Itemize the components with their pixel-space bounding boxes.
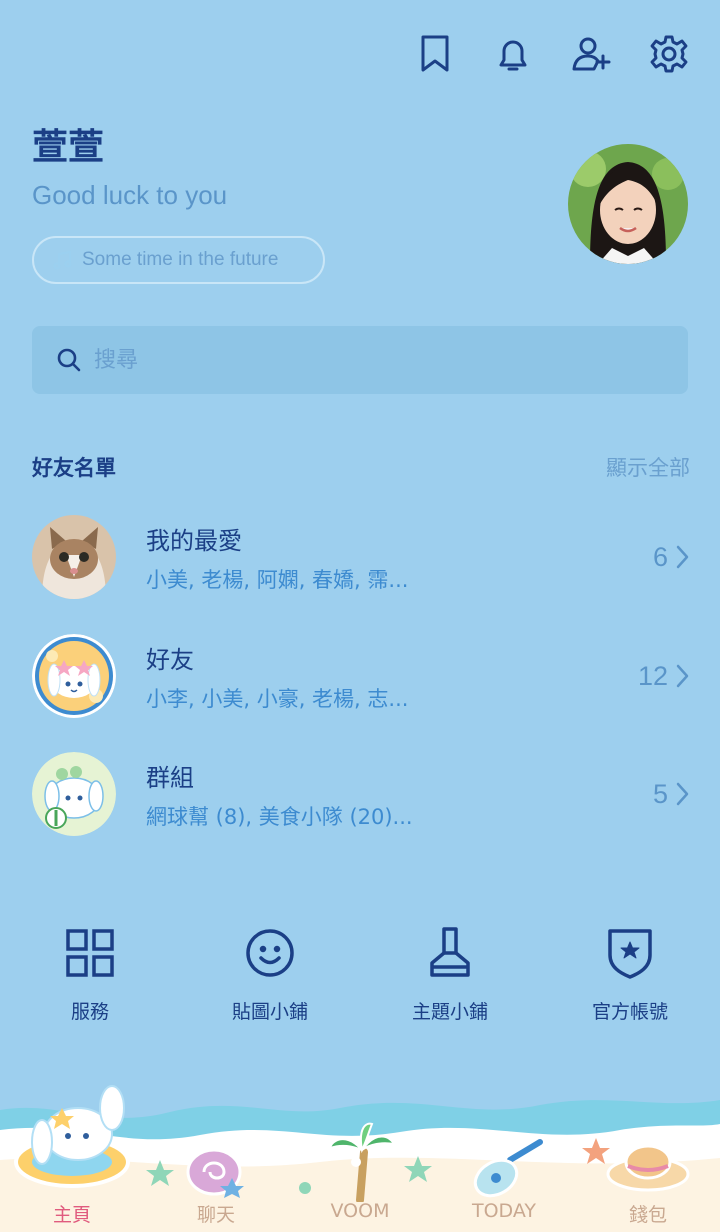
- list-item-count: 12: [638, 661, 690, 692]
- list-item-title: 我的最愛: [146, 526, 242, 555]
- list-item-title: 好友: [146, 645, 194, 674]
- list-item-title: 群組: [146, 763, 194, 792]
- list-item-favorites[interactable]: 我的最愛 小美, 老楊, 阿嫻, 春嬌, 霈... 6: [32, 512, 690, 602]
- music-note-icon: [53, 250, 72, 270]
- today-ukulele-icon: [473, 1139, 543, 1198]
- smiley-icon: [246, 929, 294, 977]
- count-value: 12: [637, 660, 668, 691]
- bottom-tab-bar: 主頁 聊天 VOOM TODAY 錢包: [0, 1200, 720, 1232]
- header-actions: [414, 30, 690, 78]
- tab-chats[interactable]: 聊天: [144, 1200, 288, 1232]
- bell-icon[interactable]: [492, 30, 534, 78]
- shortcut-theme-shop[interactable]: 主題小鋪: [360, 925, 540, 1024]
- count-value: 5: [652, 778, 668, 809]
- chevron-right-icon: [676, 664, 689, 688]
- shortcut-label: 貼圖小鋪: [231, 1001, 308, 1023]
- list-item-subtitle: 小李, 小美, 小豪, 老楊, 志...: [146, 686, 409, 711]
- shield-star-icon: [608, 929, 652, 979]
- cat-avatar: [32, 515, 116, 599]
- profile-music-button[interactable]: Some time in the future: [32, 236, 325, 284]
- count-value: 6: [652, 541, 668, 572]
- tab-home[interactable]: 主頁: [0, 1200, 144, 1232]
- tab-voom[interactable]: VOOM: [288, 1200, 432, 1232]
- status-message[interactable]: Good luck to you: [32, 180, 227, 211]
- tab-wallet[interactable]: 錢包: [576, 1200, 720, 1232]
- cinnamoroll-avatar: [32, 634, 116, 718]
- group-avatar: [32, 752, 116, 836]
- list-item-friends[interactable]: 好友 小李, 小美, 小豪, 老楊, 志... 12: [32, 631, 690, 721]
- profile-name[interactable]: 萱萱: [32, 118, 104, 170]
- shortcut-label: 主題小鋪: [411, 1001, 488, 1023]
- grid-icon: [66, 929, 114, 977]
- list-item-count: 6: [653, 542, 690, 573]
- search-bar[interactable]: [32, 326, 688, 394]
- settings-icon[interactable]: [648, 30, 690, 78]
- brush-icon: [430, 927, 470, 977]
- shortcut-bar: 服務 貼圖小鋪 主題小鋪 官方帳號: [0, 925, 720, 1024]
- bookmark-icon[interactable]: [414, 30, 456, 78]
- friends-section-header: 好友名單 顯示全部: [32, 452, 690, 482]
- tab-today[interactable]: TODAY: [432, 1200, 576, 1232]
- shortcut-label: 服務: [70, 1001, 109, 1023]
- music-title: Some time in the future: [82, 249, 279, 270]
- chevron-right-icon: [676, 545, 689, 569]
- shortcut-label: 官方帳號: [591, 1001, 668, 1023]
- shortcut-sticker-shop[interactable]: 貼圖小鋪: [180, 925, 360, 1024]
- search-input[interactable]: [94, 347, 654, 373]
- list-item-subtitle: 網球幫 (8), 美食小隊 (20)...: [146, 804, 413, 829]
- chevron-right-icon: [676, 782, 689, 806]
- section-title: 好友名單: [32, 456, 116, 480]
- chat-mascot-icon: [186, 1148, 244, 1198]
- list-item-subtitle: 小美, 老楊, 阿嫻, 春嬌, 霈...: [146, 567, 409, 592]
- home-mascot-icon: [14, 1085, 130, 1188]
- shortcut-official-accounts[interactable]: 官方帳號: [540, 925, 720, 1024]
- add-friend-icon[interactable]: [570, 30, 612, 78]
- wallet-hat-icon: [606, 1144, 690, 1192]
- show-all-link[interactable]: 顯示全部: [606, 452, 690, 482]
- search-icon: [57, 348, 81, 372]
- voom-palm-icon: [328, 1122, 396, 1202]
- list-item-groups[interactable]: 群組 網球幫 (8), 美食小隊 (20)... 5: [32, 749, 690, 839]
- shortcut-services[interactable]: 服務: [0, 925, 180, 1024]
- profile-avatar[interactable]: [568, 144, 688, 264]
- list-item-count: 5: [653, 779, 690, 810]
